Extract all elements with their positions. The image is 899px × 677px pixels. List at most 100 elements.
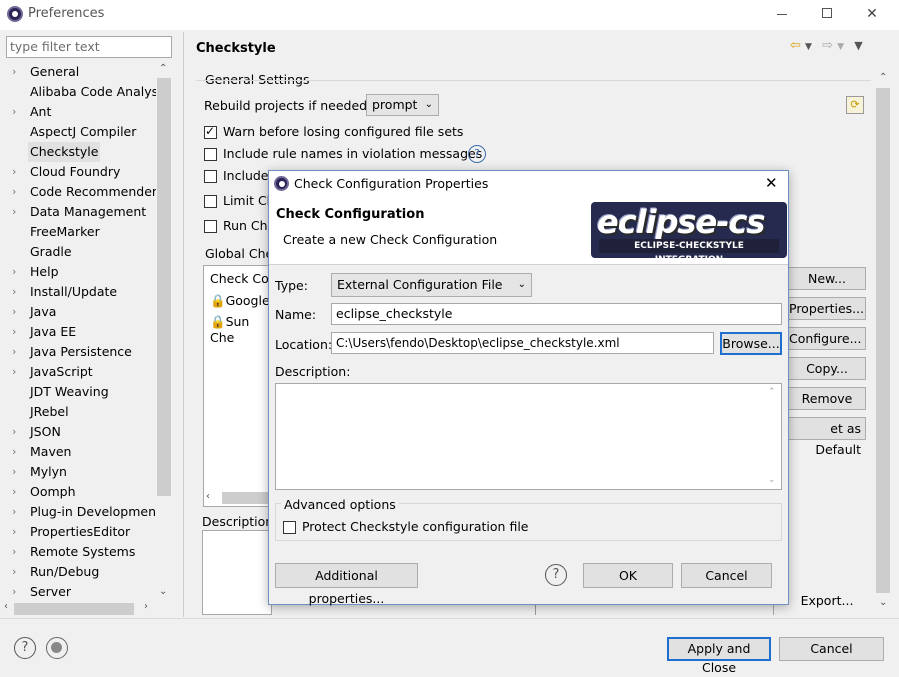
expand-arrow-icon[interactable]: ›: [12, 282, 16, 302]
expand-arrow-icon[interactable]: ›: [12, 182, 16, 202]
run-checkbox[interactable]: [204, 220, 217, 233]
scroll-down-icon[interactable]: ⌄: [768, 475, 776, 485]
expand-arrow-icon[interactable]: ›: [12, 162, 16, 182]
expand-arrow-icon[interactable]: ›: [12, 422, 16, 442]
tree-item[interactable]: › Java EE: [0, 322, 156, 342]
description-textarea[interactable]: [275, 383, 782, 490]
type-select[interactable]: External Configuration File ⌄: [331, 273, 532, 297]
check-config-column-header[interactable]: Check Co: [210, 271, 269, 286]
table-scroll-left-icon[interactable]: ‹: [206, 491, 210, 502]
minimize-icon[interactable]: [770, 4, 794, 24]
tree-item[interactable]: › JSON: [0, 422, 156, 442]
footer-cancel-button[interactable]: Cancel: [779, 637, 884, 661]
scroll-down-icon[interactable]: ⌄: [879, 597, 887, 608]
expand-arrow-icon[interactable]: ›: [12, 502, 16, 522]
set-default-button[interactable]: et as Default: [788, 417, 866, 457]
page-vertical-scrollbar[interactable]: ⌃ ⌄: [875, 70, 891, 615]
tree-item[interactable]: › Remote Systems: [0, 542, 156, 562]
expand-arrow-icon[interactable]: ›: [12, 202, 16, 222]
maximize-icon[interactable]: [815, 4, 839, 24]
import-export-icon[interactable]: [46, 637, 68, 659]
help-icon[interactable]: ?: [545, 564, 567, 586]
expand-arrow-icon[interactable]: ›: [12, 302, 16, 322]
protect-checkbox[interactable]: [283, 521, 296, 534]
tree-item[interactable]: › Server: [0, 582, 156, 602]
check-config-table[interactable]: Check Co 🔒Google 🔒Sun Che ‹: [203, 265, 273, 507]
ok-button[interactable]: OK: [583, 563, 673, 588]
tree-item[interactable]: › Plug-in Development: [0, 502, 161, 522]
tree-item[interactable]: JDT Weaving: [0, 382, 156, 402]
scroll-right-icon[interactable]: ›: [144, 601, 148, 612]
expand-arrow-icon[interactable]: ›: [12, 522, 16, 542]
scroll-down-icon[interactable]: ⌄: [159, 586, 167, 597]
expand-arrow-icon[interactable]: ›: [12, 462, 16, 482]
dialog-cancel-button[interactable]: Cancel: [681, 563, 772, 588]
rebuild-select[interactable]: prompt ⌄: [366, 94, 439, 116]
pane-divider[interactable]: [183, 32, 184, 617]
tree-item[interactable]: › Code Recommenders: [0, 182, 164, 202]
tree-item[interactable]: JRebel: [0, 402, 156, 422]
tree-item[interactable]: › Data Management: [0, 202, 156, 222]
forward-arrow-icon[interactable]: ⇨: [822, 38, 833, 53]
description-area[interactable]: [202, 530, 272, 615]
back-dropdown-icon[interactable]: ▼: [805, 42, 812, 52]
tree-scroll-thumb[interactable]: [157, 78, 171, 496]
expand-arrow-icon[interactable]: ›: [12, 262, 16, 282]
apply-and-close-button[interactable]: Apply and Close: [667, 637, 771, 675]
location-input[interactable]: C:\Users\fendo\Desktop\eclipse_checkstyl…: [331, 332, 714, 354]
expand-arrow-icon[interactable]: ›: [12, 542, 16, 562]
remove-button[interactable]: Remove: [788, 387, 866, 410]
tree-item[interactable]: › Java Persistence: [0, 342, 156, 362]
tree-item[interactable]: Gradle: [0, 242, 156, 262]
close-window-icon[interactable]: ✕: [860, 4, 884, 24]
scroll-up-icon[interactable]: ⌃: [879, 72, 887, 83]
include-checkbox[interactable]: [204, 170, 217, 183]
tree-item[interactable]: › JavaScript: [0, 362, 156, 382]
name-input[interactable]: eclipse_checkstyle: [331, 303, 782, 325]
run-row[interactable]: Run Ch: [204, 218, 268, 233]
warn-row[interactable]: Warn before losing configured file sets: [204, 124, 463, 139]
page-scroll-thumb[interactable]: [876, 88, 890, 593]
tree-item[interactable]: › Run/Debug: [0, 562, 156, 582]
configure-button[interactable]: Configure...: [788, 327, 866, 350]
tree-hscroll-thumb[interactable]: [14, 603, 134, 615]
scroll-left-icon[interactable]: ‹: [4, 601, 8, 612]
tree-item[interactable]: › Install/Update: [0, 282, 156, 302]
help-icon[interactable]: ?: [14, 637, 36, 659]
tree-item[interactable]: › Mylyn: [0, 462, 156, 482]
include-row[interactable]: Include: [204, 168, 269, 183]
expand-arrow-icon[interactable]: ›: [12, 562, 16, 582]
copy-button[interactable]: Copy...: [788, 357, 866, 380]
expand-arrow-icon[interactable]: ›: [12, 482, 16, 502]
config-row-google[interactable]: 🔒Google: [210, 293, 270, 309]
scroll-up-icon[interactable]: ⌃: [159, 63, 167, 74]
export-button[interactable]: Export...: [788, 590, 866, 613]
limit-checkbox[interactable]: [204, 195, 217, 208]
expand-arrow-icon[interactable]: ›: [12, 362, 16, 382]
expand-arrow-icon[interactable]: ›: [12, 102, 16, 122]
new-button[interactable]: New...: [788, 267, 866, 290]
tree-item[interactable]: › PropertiesEditor: [0, 522, 156, 542]
config-row-sun[interactable]: 🔒Sun Che: [210, 314, 272, 345]
tree-item[interactable]: › Maven: [0, 442, 156, 462]
view-menu-icon[interactable]: ▼: [854, 39, 862, 52]
warn-checkbox[interactable]: [204, 124, 217, 139]
tree-horizontal-scrollbar[interactable]: ‹ ›: [4, 601, 156, 617]
expand-arrow-icon[interactable]: ›: [12, 442, 16, 462]
expand-arrow-icon[interactable]: ›: [12, 322, 16, 342]
tree-item[interactable]: › Oomph: [0, 482, 156, 502]
tree-item[interactable]: › Help: [0, 262, 156, 282]
refresh-config-icon[interactable]: ⟳: [846, 96, 864, 114]
tree-item[interactable]: FreeMarker: [0, 222, 156, 242]
tree-item[interactable]: › General: [0, 62, 156, 82]
limit-row[interactable]: Limit Ch: [204, 193, 275, 208]
tree-item[interactable]: › Ant: [0, 102, 156, 122]
tree-item[interactable]: › Java: [0, 302, 156, 322]
browse-button[interactable]: Browse...: [720, 332, 782, 355]
scroll-up-icon[interactable]: ⌃: [768, 387, 776, 397]
include-rule-checkbox[interactable]: [204, 148, 217, 161]
forward-dropdown-icon[interactable]: ▼: [837, 42, 844, 52]
tree-item[interactable]: › Cloud Foundry: [0, 162, 156, 182]
additional-properties-button[interactable]: Additional properties...: [275, 563, 418, 606]
close-icon[interactable]: ✕: [765, 174, 778, 192]
